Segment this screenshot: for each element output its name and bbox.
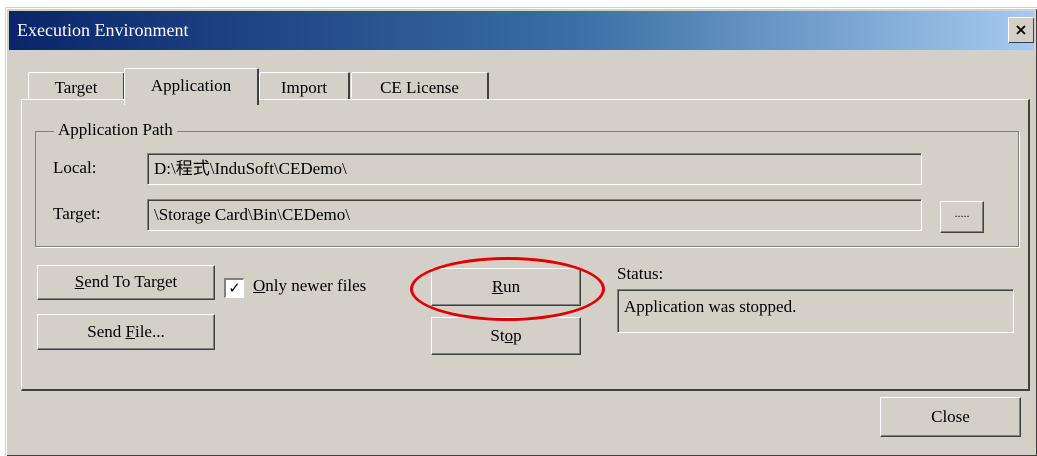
target-label: Target: bbox=[53, 204, 101, 223]
stop-button[interactable]: Stop bbox=[431, 317, 581, 355]
only-newer-checkbox[interactable]: ✓ bbox=[224, 278, 244, 298]
status-field: Application was stopped. bbox=[617, 289, 1014, 333]
tab-import-label: Import bbox=[280, 78, 328, 97]
execution-environment-dialog: Execution Environment × Target Applicati… bbox=[5, 7, 1037, 456]
local-path-field[interactable]: D:\程式\InduSoft\CEDemo\ bbox=[147, 153, 922, 185]
send-file-button[interactable]: Send File... bbox=[37, 314, 215, 350]
browse-button[interactable]: ..... bbox=[940, 201, 984, 233]
close-icon[interactable]: × bbox=[1008, 17, 1034, 43]
checkmark-icon: ✓ bbox=[228, 279, 241, 297]
browse-dots-icon: ..... bbox=[954, 206, 970, 220]
highlight-ring bbox=[410, 257, 605, 321]
tab-application-label: Application bbox=[150, 76, 232, 95]
tab-application[interactable]: Application bbox=[124, 68, 259, 105]
close-button[interactable]: Close bbox=[880, 397, 1021, 437]
tab-target-label: Target bbox=[54, 78, 98, 97]
tab-ce-license-label: CE License bbox=[380, 78, 459, 97]
local-label: Local: bbox=[53, 158, 97, 177]
title-bar[interactable]: Execution Environment × bbox=[9, 11, 1034, 50]
close-button-label: Close bbox=[931, 407, 970, 426]
window-title: Execution Environment bbox=[17, 20, 189, 40]
group-legend: Application Path bbox=[54, 120, 177, 140]
status-label: Status: bbox=[617, 264, 664, 283]
send-to-target-button[interactable]: Send To Target bbox=[37, 265, 215, 300]
only-newer-label[interactable]: Only newer files bbox=[253, 276, 366, 296]
target-path-field[interactable]: \Storage Card\Bin\CEDemo\ bbox=[147, 199, 922, 231]
